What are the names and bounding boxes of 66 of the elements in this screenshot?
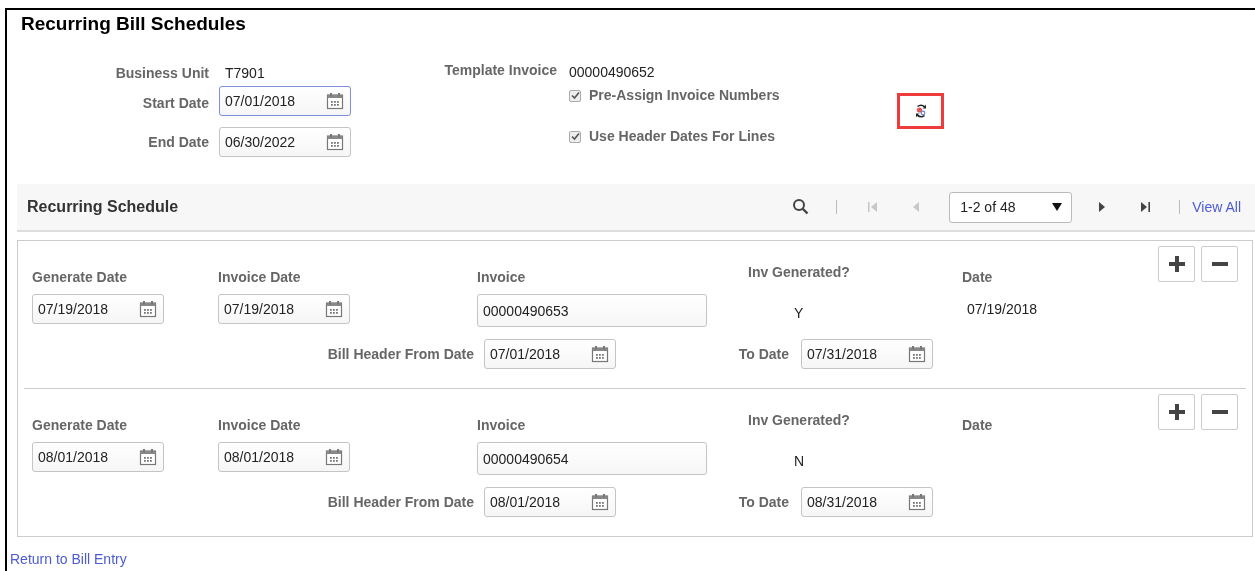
invoice-field[interactable]: 00000490653 (477, 294, 707, 327)
field-value: 00000490652 (569, 63, 655, 82)
field-label: Invoice Date (218, 416, 302, 435)
checkbox[interactable] (569, 130, 581, 143)
field-label: Inv Generated? (748, 263, 850, 282)
search-icon[interactable] (792, 198, 811, 216)
calendar-icon[interactable] (591, 493, 609, 511)
field-label: Invoice (477, 268, 527, 287)
return-link[interactable]: Return to Bill Entry (10, 549, 127, 570)
grid-title: Recurring Schedule (27, 197, 179, 217)
date-field[interactable]: 07/31/2018 (801, 339, 933, 369)
field-label: Bill Header From Date (327, 344, 474, 364)
caret-icon (1052, 203, 1063, 211)
field-label: To Date (738, 344, 789, 364)
date-field[interactable]: 08/01/2018 (32, 442, 164, 472)
remove-row-button[interactable] (1201, 394, 1238, 430)
checkbox-label: Pre-Assign Invoice Numbers (589, 86, 780, 105)
calendar-icon[interactable] (326, 133, 344, 151)
calendar-icon[interactable] (591, 345, 609, 363)
add-row-button[interactable] (1158, 394, 1195, 430)
date-field[interactable]: 08/31/2018 (801, 487, 933, 517)
date-field[interactable]: 06/30/2022 (219, 127, 351, 157)
date-field[interactable]: 07/19/2018 (32, 294, 164, 324)
calendar-icon[interactable] (139, 448, 157, 466)
date-field[interactable]: 07/01/2018 (484, 339, 616, 369)
plus-icon (1167, 403, 1186, 421)
field-label: Invoice Date (218, 268, 302, 287)
minus-icon (1210, 410, 1229, 414)
add-row-button[interactable] (1158, 246, 1195, 282)
page-title: Recurring Bill Schedules (21, 12, 246, 36)
field-value: N (794, 452, 805, 471)
calendar-icon[interactable] (325, 448, 343, 466)
field-label: Date (962, 268, 993, 287)
view-all-link[interactable]: View All (1192, 196, 1241, 218)
last-page-icon[interactable] (1139, 201, 1152, 213)
field-label: Date (962, 416, 993, 435)
refresh-button[interactable] (897, 93, 944, 129)
calendar-icon[interactable] (908, 345, 926, 363)
date-field[interactable]: 07/01/2018 (219, 86, 351, 116)
field-label: Business Unit (115, 64, 209, 83)
remove-row-button[interactable] (1201, 246, 1238, 282)
plus-icon (1167, 255, 1186, 273)
field-label: Start Date (142, 94, 209, 113)
calendar-icon[interactable] (326, 92, 344, 110)
date-field[interactable]: 08/01/2018 (218, 442, 350, 472)
date-field[interactable]: 08/01/2018 (484, 487, 616, 517)
field-label: Bill Header From Date (327, 492, 474, 512)
field-label: To Date (738, 492, 789, 512)
date-field[interactable]: 07/19/2018 (218, 294, 350, 324)
field-label: Template Invoice (444, 61, 557, 80)
page-range-dropdown[interactable]: 1-2 of 48 (949, 191, 1073, 223)
field-label: Inv Generated? (748, 411, 850, 430)
field-label: Generate Date (32, 268, 128, 287)
checkbox[interactable] (569, 89, 581, 102)
field-value: Y (794, 304, 804, 323)
invoice-field[interactable]: 00000490654 (477, 442, 707, 475)
field-label: End Date (148, 133, 209, 152)
field-value: T7901 (225, 64, 265, 83)
calendar-icon[interactable] (325, 300, 343, 318)
calendar-icon[interactable] (908, 493, 926, 511)
calendar-icon[interactable] (139, 300, 157, 318)
minus-icon (1210, 262, 1229, 266)
field-label: Generate Date (32, 416, 128, 435)
field-label: Invoice (477, 416, 527, 435)
checkbox-label: Use Header Dates For Lines (589, 127, 775, 146)
field-value: 07/19/2018 (967, 300, 1038, 319)
